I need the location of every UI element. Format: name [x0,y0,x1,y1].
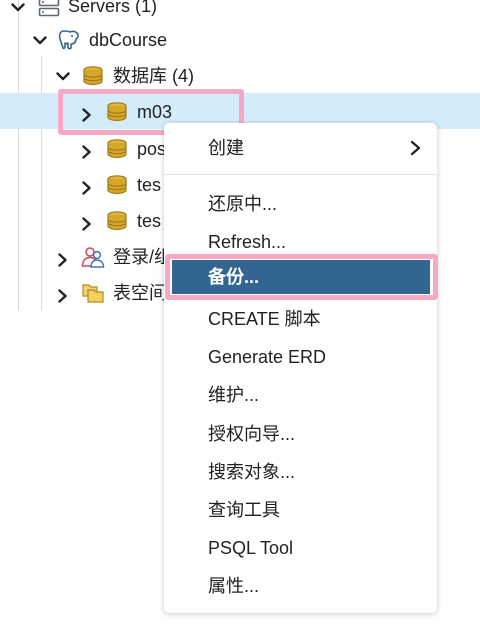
menu-item-label: 还原中... [208,194,278,214]
postgres-elephant-icon [57,28,81,52]
chevron-right-icon[interactable] [77,214,97,234]
menu-item-grant-wizard[interactable]: 授权向导... [164,415,437,453]
database-stack-icon [81,64,105,88]
menu-item-label: 创建 [208,138,244,158]
menu-item-label: 查询工具 [208,500,280,520]
chevron-right-icon[interactable] [53,250,73,270]
servers-icon [37,0,61,19]
databases-label: 数据库 (4) [113,66,194,86]
highlight-box-backup [165,254,438,300]
database-icon [105,173,129,197]
servers-label: Servers (1) [68,0,158,16]
context-menu: 创建 还原中... Refresh... 备份... CREATE 脚本 Gen… [164,123,437,613]
menu-item-label: Refresh... [208,232,287,252]
menu-item-label: 搜索对象... [208,462,296,482]
database-icon [105,209,129,233]
tablespaces-label: 表空间 [113,283,167,303]
menu-item-create-script[interactable]: CREATE 脚本 [164,300,437,338]
menu-item-create[interactable]: 创建 [164,129,437,167]
menu-item-label: Generate ERD [208,347,327,367]
database-label: pos [137,139,167,159]
menu-item-label: PSQL Tool [208,538,294,558]
chevron-down-icon[interactable] [53,67,73,87]
menu-item-label: 授权向导... [208,424,296,444]
server-label: dbCourse [89,30,168,50]
menu-item-query-tool[interactable]: 查询工具 [164,491,437,529]
menu-item-label: 属性... [208,576,260,596]
chevron-down-icon[interactable] [30,31,50,51]
menu-item-restore[interactable]: 还原中... [164,185,437,223]
menu-item-label: CREATE 脚本 [208,309,321,329]
folder-stack-icon [81,281,105,305]
tree-node-server[interactable]: dbCourse [0,22,480,58]
menu-divider [164,174,437,175]
chevron-down-icon[interactable] [8,0,28,18]
menu-item-maintenance[interactable]: 维护... [164,376,437,414]
database-label: tes [137,175,162,195]
database-icon [105,137,129,161]
menu-item-generate-erd[interactable]: Generate ERD [164,338,437,376]
menu-item-psql-tool[interactable]: PSQL Tool [164,529,437,567]
chevron-right-icon[interactable] [77,142,97,162]
menu-item-label: 维护... [208,385,260,405]
menu-item-search-objects[interactable]: 搜索对象... [164,453,437,491]
chevron-right-icon[interactable] [77,178,97,198]
chevron-right-icon[interactable] [53,286,73,306]
menu-item-properties[interactable]: 属性... [164,567,437,605]
user-group-icon [81,245,105,269]
chevron-right-icon [410,140,421,156]
database-label: tes [137,211,162,231]
